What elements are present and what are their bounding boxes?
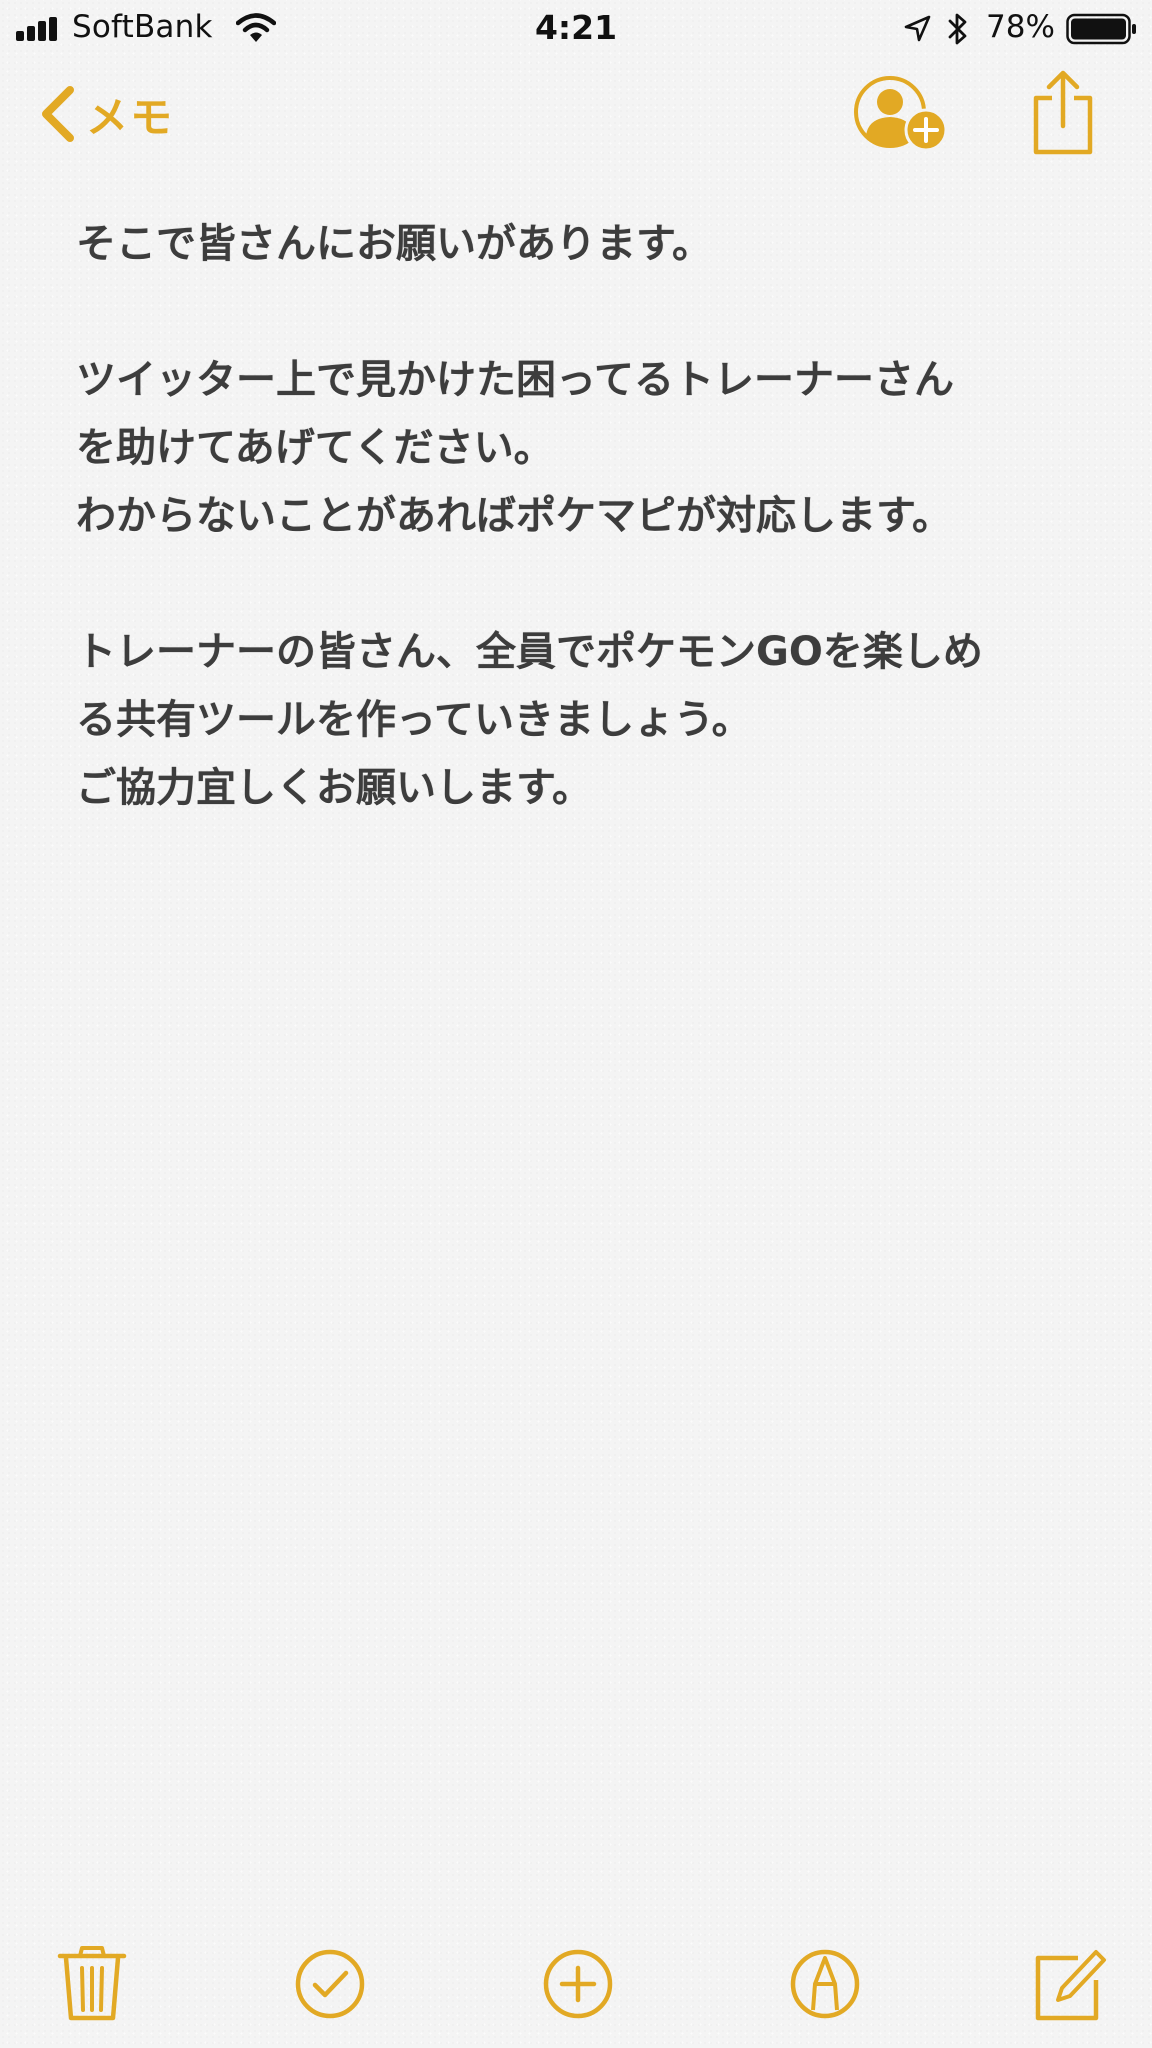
note-body[interactable]: そこで皆さんにお願いがあります。 ツイッター上で見かけた困ってるトレーナーさん … bbox=[76, 210, 1096, 822]
note-line: わからないことがあればポケマピが対応します。 bbox=[76, 493, 952, 539]
note-line: を助けてあげてください。 bbox=[76, 425, 554, 471]
delete-button[interactable] bbox=[52, 1944, 132, 2024]
battery-percent: 78% bbox=[986, 9, 1055, 45]
bottom-toolbar bbox=[0, 1944, 1152, 2024]
note-blank-line bbox=[76, 550, 1096, 618]
note-line: る共有ツールを作っていきましょう。 bbox=[76, 697, 752, 743]
add-button[interactable] bbox=[538, 1944, 618, 2024]
add-icon bbox=[543, 1949, 613, 2019]
battery-icon bbox=[1066, 13, 1136, 45]
note-line: ご協力宜しくお願いします。 bbox=[76, 765, 592, 811]
markup-button[interactable] bbox=[785, 1944, 865, 2024]
note-line: そこで皆さんにお願いがあります。 bbox=[76, 221, 712, 267]
note-blank-line bbox=[76, 278, 1096, 346]
back-button[interactable]: メモ bbox=[36, 78, 174, 150]
status-bar: SoftBank 4:21 78% bbox=[0, 0, 1152, 58]
bluetooth-icon bbox=[948, 13, 967, 45]
note-line: ツイッター上で見かけた困ってるトレーナーさん bbox=[76, 357, 954, 403]
add-person-icon[interactable] bbox=[852, 74, 952, 156]
back-label: メモ bbox=[86, 92, 175, 142]
markup-icon bbox=[790, 1949, 860, 2019]
trash-icon bbox=[57, 1946, 127, 2021]
checklist-icon bbox=[295, 1949, 365, 2019]
compose-button[interactable] bbox=[1030, 1944, 1110, 2024]
compose-icon bbox=[1035, 1950, 1106, 2021]
location-arrow-icon bbox=[904, 15, 931, 42]
share-icon[interactable] bbox=[1030, 70, 1096, 156]
chevron-left-icon bbox=[42, 86, 74, 142]
note-line: トレーナーの皆さん、全員でポケモンGOを楽しめ bbox=[76, 629, 983, 675]
clock: 4:21 bbox=[534, 8, 618, 47]
checklist-button[interactable] bbox=[290, 1944, 370, 2024]
